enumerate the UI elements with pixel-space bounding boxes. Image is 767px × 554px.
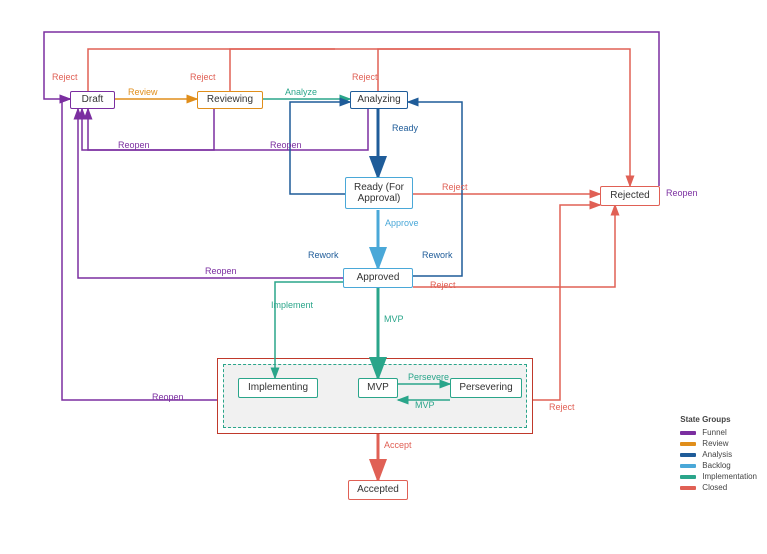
node-label: Analyzing: [357, 94, 400, 106]
legend: State Groups Funnel Review Analysis Back…: [680, 415, 757, 494]
node-ready: Ready (For Approval): [345, 177, 413, 209]
legend-row: Closed: [680, 483, 757, 492]
edge-label: Accept: [382, 440, 414, 450]
legend-label: Backlog: [702, 461, 730, 470]
edge-label: Reopen: [268, 140, 304, 150]
edge-label: Reject: [50, 72, 80, 82]
legend-swatch: [680, 486, 696, 490]
edge-label: Rework: [306, 250, 341, 260]
node-label: Persevering: [459, 382, 512, 394]
legend-swatch: [680, 453, 696, 457]
node-rejected: Rejected: [600, 186, 660, 206]
legend-row: Analysis: [680, 450, 757, 459]
edge-label: Reopen: [116, 140, 152, 150]
node-reviewing: Reviewing: [197, 91, 263, 109]
node-label: Rejected: [610, 190, 649, 202]
legend-label: Funnel: [702, 428, 726, 437]
legend-label: Analysis: [702, 450, 732, 459]
edge-label: Ready: [390, 123, 420, 133]
legend-swatch: [680, 464, 696, 468]
node-label: Implementing: [248, 382, 308, 394]
node-persevering: Persevering: [450, 378, 522, 398]
legend-label: Implementation: [702, 472, 757, 481]
edge-label: Persevere: [406, 372, 451, 382]
edge-label: Analyze: [283, 87, 319, 97]
node-label: Draft: [82, 94, 104, 106]
node-label: Reviewing: [207, 94, 253, 106]
node-accepted: Accepted: [348, 480, 408, 500]
edge-label: Reject: [350, 72, 380, 82]
edge-label: Review: [126, 87, 160, 97]
edge-label: Reject: [428, 280, 458, 290]
edge-label: Approve: [383, 218, 421, 228]
edge-label: Reject: [440, 182, 470, 192]
edge-label: MVP: [382, 314, 406, 324]
legend-row: Review: [680, 439, 757, 448]
legend-row: Implementation: [680, 472, 757, 481]
edge-label: MVP: [413, 400, 437, 410]
node-approved: Approved: [343, 268, 413, 288]
legend-title: State Groups: [680, 415, 757, 424]
edge-label: Reopen: [203, 266, 239, 276]
legend-row: Funnel: [680, 428, 757, 437]
legend-swatch: [680, 475, 696, 479]
node-mvp: MVP: [358, 378, 398, 398]
node-label: Approved: [357, 272, 400, 284]
edge-label: Reopen: [664, 188, 700, 198]
workflow-diagram: Draft Reviewing Analyzing Ready (For App…: [0, 0, 767, 554]
node-label: Accepted: [357, 484, 399, 496]
node-implementing: Implementing: [238, 378, 318, 398]
legend-row: Backlog: [680, 461, 757, 470]
legend-swatch: [680, 431, 696, 435]
edge-label: Reopen: [150, 392, 186, 402]
edge-label: Reject: [188, 72, 218, 82]
legend-label: Closed: [702, 483, 727, 492]
legend-label: Review: [702, 439, 728, 448]
node-label: Ready (For Approval): [350, 182, 408, 205]
node-label: MVP: [367, 382, 389, 394]
edge-label: Implement: [269, 300, 315, 310]
node-analyzing: Analyzing: [350, 91, 408, 109]
legend-swatch: [680, 442, 696, 446]
node-draft: Draft: [70, 91, 115, 109]
edge-label: Rework: [420, 250, 455, 260]
edge-label: Reject: [547, 402, 577, 412]
